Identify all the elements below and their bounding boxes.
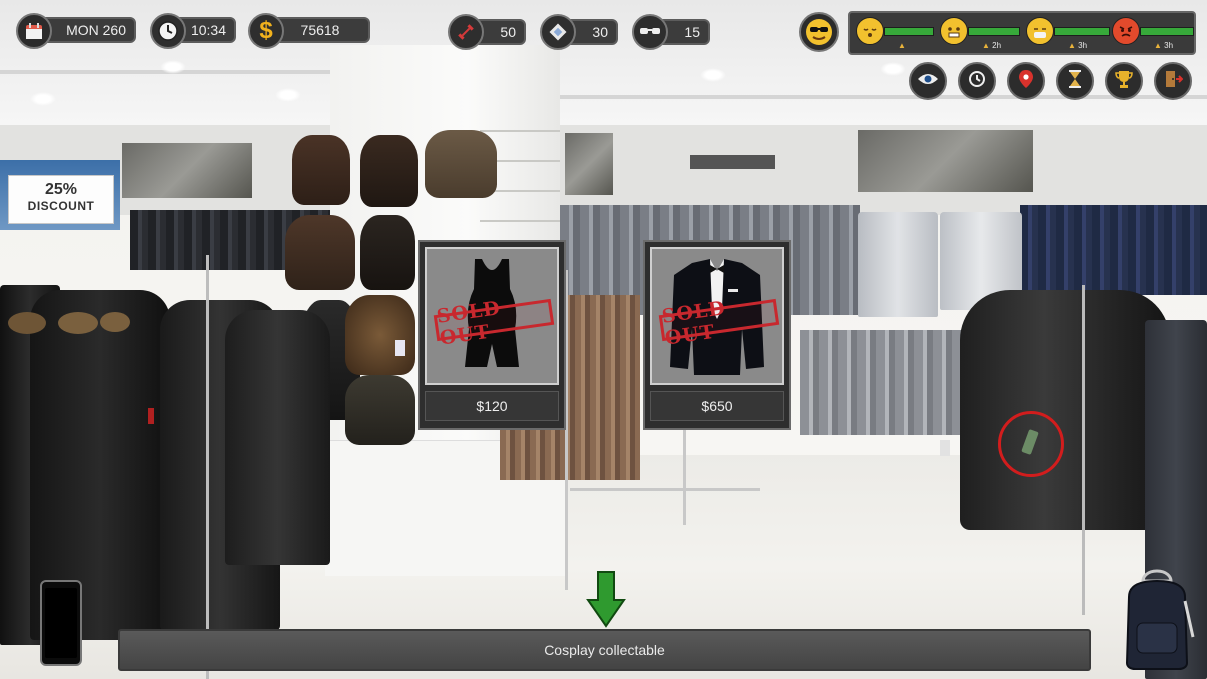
history-icon [967,69,987,94]
dollar-icon: $ [248,13,284,49]
map-button[interactable] [1007,62,1045,100]
location-pin-icon [1018,69,1034,94]
wall-poster [565,133,613,195]
arrow-down-icon[interactable] [586,570,626,628]
wall-poster [858,130,1033,192]
angry-face-icon [1112,17,1140,45]
health-meter [1054,27,1110,36]
item-value: 30 [592,24,608,40]
cold-meter [968,27,1020,36]
anger-note: 3h [1164,41,1174,50]
trophy-icon [1115,69,1133,94]
sleep-lock: ▲ [898,41,906,50]
time-label: 10:34 [190,22,226,38]
product-price: $120 [425,391,559,421]
product-image: SOLD OUT [650,247,784,385]
ceiling-light [700,68,726,82]
health-timer: ▲ 3h [1068,41,1088,50]
handbag [292,135,350,205]
message-bar: Cosplay collectable [118,629,1091,671]
sleep-meter [884,27,934,36]
sleepy-face-icon [856,17,884,45]
ceiling-light [275,88,301,102]
zipper-tag [148,408,154,424]
product-price: $650 [650,391,784,421]
phone-button[interactable] [40,580,82,666]
handbag [425,130,497,198]
rack-pole [1082,285,1085,615]
money-display: 75618 [270,17,370,43]
calendar-icon [16,13,52,49]
handbag [345,375,415,445]
ceiling-light [880,62,906,76]
hourglass-icon [1067,69,1083,94]
sick-face-icon [1026,17,1054,45]
anger-timer: ▲ 3h [1154,41,1174,50]
dumbbell-icon [448,14,484,50]
rack-rail [570,488,760,491]
ceiling-light [160,60,186,74]
sunglasses-icon [632,14,668,50]
exit-door-icon [1163,69,1184,94]
clock-icon [150,13,186,49]
eye-icon [917,72,939,91]
look-button[interactable] [909,62,947,100]
discount-label: DISCOUNT [27,199,95,213]
ceiling-beam [560,95,1207,99]
fur-hood [58,312,98,334]
message-text: Cosplay collectable [544,642,665,658]
health-note: 3h [1078,41,1088,50]
anger-meter [1140,27,1194,36]
trophy-button[interactable] [1105,62,1143,100]
handbag [360,215,415,290]
handbag [360,135,418,207]
cold-timer: ▲ 2h [982,41,1002,50]
cold-face-icon [940,17,968,45]
suit-rack [1020,205,1207,295]
day-label: MON 260 [66,22,126,38]
rack-pole [206,255,209,679]
product-card-tuxedo[interactable]: SOLD OUT $650 [643,240,791,430]
product-image: SOLD OUT [425,247,559,385]
price-tag [940,440,950,456]
cold-note: 2h [992,41,1002,50]
grey-blazer [858,212,938,317]
ceiling-light [30,92,56,106]
history-button[interactable] [958,62,996,100]
wall-poster [122,143,252,198]
handbag [285,215,355,290]
black-parka [225,310,330,565]
exit-button[interactable] [1154,62,1192,100]
discount-sign: 25% DISCOUNT [8,175,114,224]
collectable-hotspot[interactable] [998,411,1064,477]
wall-vent [690,155,775,169]
product-card-swimsuit[interactable]: SOLD OUT $120 [418,240,566,430]
sold-out-stamp: SOLD OUT [433,297,555,350]
sold-out-stamp: SOLD OUT [658,297,780,350]
stealth-value: 15 [684,24,700,40]
book-icon [540,14,576,50]
day-display: MON 260 [38,17,136,43]
rack-pole [683,430,686,525]
fur-hood [8,312,46,334]
money-label: 75618 [300,22,340,38]
fur-hood [100,312,130,332]
fur-hat [345,295,415,375]
needs-panel: ▲ ▲ 2h ▲ 3h ▲ 3h [848,11,1196,55]
strength-value: 50 [500,24,516,40]
suit-rack [800,330,980,435]
phone-icon [45,588,77,658]
black-jacket [960,290,1170,530]
cool-face-icon[interactable] [799,12,839,52]
discount-value: 25% [44,181,78,198]
wait-button[interactable] [1056,62,1094,100]
price-tag [395,340,405,356]
backpack-button[interactable] [1117,567,1197,671]
